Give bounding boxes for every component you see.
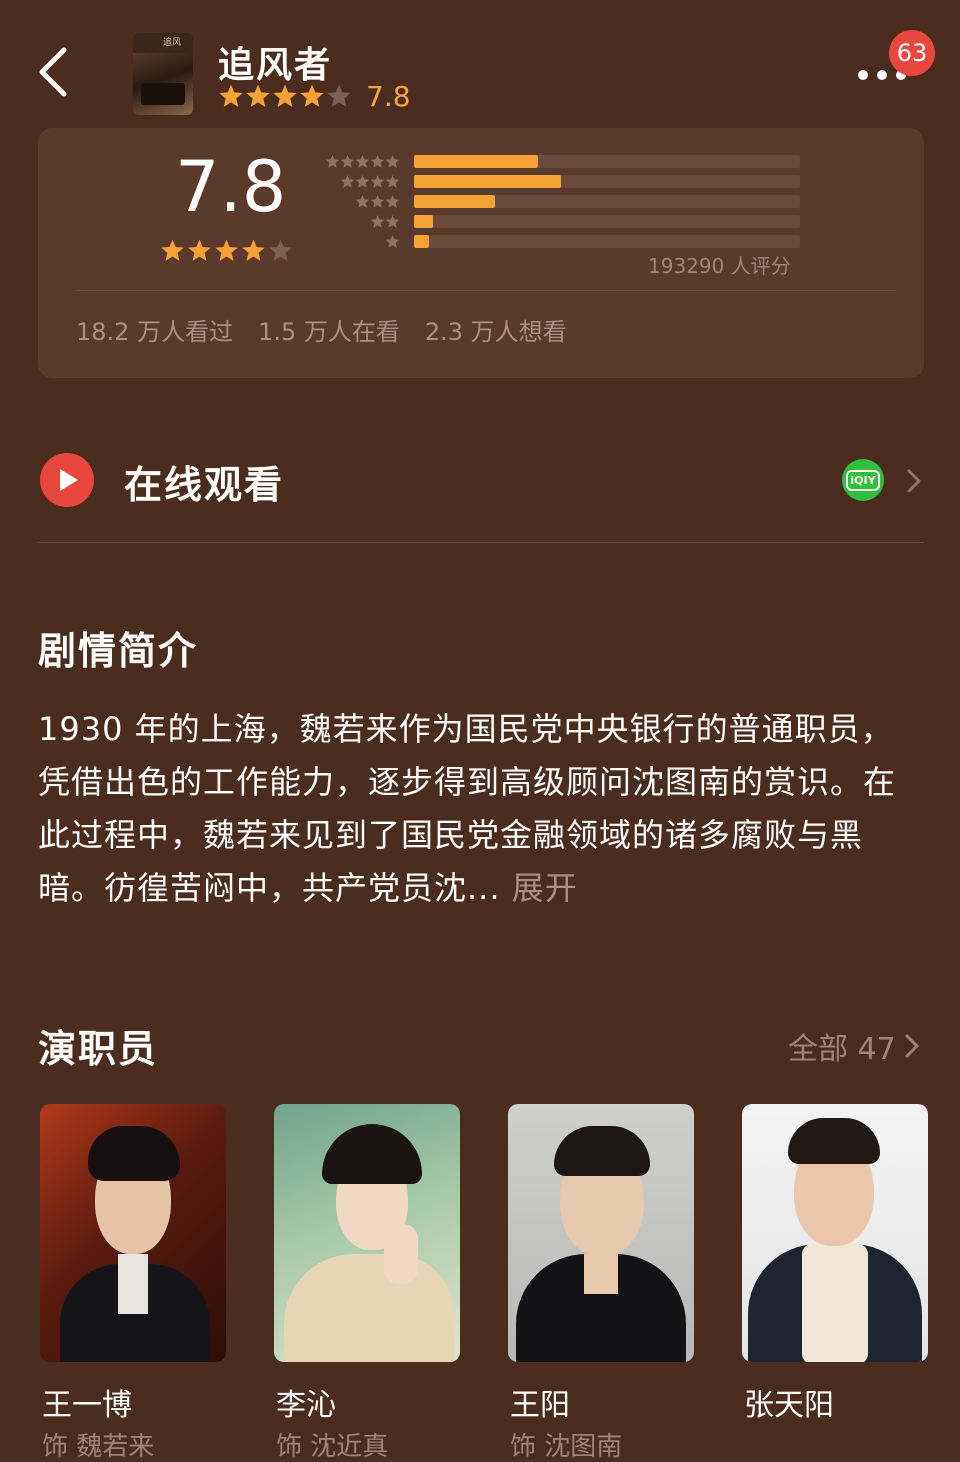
synopsis-title: 剧情简介 xyxy=(38,629,199,673)
divider xyxy=(38,542,924,543)
star-icon xyxy=(355,174,370,188)
cast-card[interactable]: 王阳 饰 沈图南 xyxy=(508,1104,694,1462)
star-icon xyxy=(385,234,400,248)
cast-card[interactable]: 王一博 饰 魏若来 xyxy=(40,1104,226,1462)
cast-photo xyxy=(40,1104,226,1362)
star-icon xyxy=(370,154,385,168)
cast-name: 李沁 xyxy=(276,1388,336,1423)
star-icon xyxy=(385,154,400,168)
cast-name: 王一博 xyxy=(42,1388,132,1423)
star-icon xyxy=(269,239,292,261)
cast-all-label: 全部 47 xyxy=(788,1032,896,1067)
distribution-stars xyxy=(370,214,400,229)
play-icon xyxy=(40,453,94,507)
distribution-bar xyxy=(414,195,495,208)
star-icon xyxy=(325,154,340,168)
distribution-stars xyxy=(355,194,400,209)
distribution-bar xyxy=(414,215,433,228)
distribution-stars xyxy=(385,234,400,249)
chevron-right-icon xyxy=(905,1034,919,1058)
chevron-right-icon xyxy=(904,466,924,496)
watch-stats: 18.2 万人看过 1.5 万人在看 2.3 万人想看 xyxy=(76,312,567,347)
expand-link[interactable]: 展开 xyxy=(512,869,578,907)
star-icon xyxy=(242,239,265,261)
synopsis-text: 1930 年的上海，魏若来作为国民党中央银行的普通职员，凭借出色的工作能力，逐步… xyxy=(38,703,922,915)
star-icon xyxy=(355,194,370,208)
distribution-bar xyxy=(414,235,429,248)
star-icon xyxy=(161,239,184,261)
cast-role: 饰 沈图南 xyxy=(510,1432,623,1462)
more-dot xyxy=(877,70,887,80)
divider xyxy=(76,290,896,291)
movie-detail-page: 追风 追风者 7.8 63 7.8 193290 人评分 18.2 万人看过 1… xyxy=(0,0,960,1462)
cast-name: 张天阳 xyxy=(744,1388,834,1423)
star-icon xyxy=(370,194,385,208)
cast-role: 饰 沈近真 xyxy=(276,1432,389,1462)
star-icon xyxy=(385,214,400,228)
back-button[interactable] xyxy=(30,42,80,102)
poster-thumbnail[interactable]: 追风 xyxy=(133,33,193,115)
star-icon xyxy=(340,174,355,188)
header-star-rating xyxy=(218,80,353,112)
star-icon xyxy=(219,84,243,107)
notification-badge: 63 xyxy=(889,30,935,76)
more-dots-icon xyxy=(858,70,868,80)
cast-photo xyxy=(508,1104,694,1362)
iqiyi-label: iQIY xyxy=(846,469,880,491)
star-icon xyxy=(246,84,270,107)
star-icon xyxy=(340,154,355,168)
star-icon xyxy=(385,174,400,188)
star-icon xyxy=(370,174,385,188)
chevron-left-icon xyxy=(39,47,67,97)
distribution-track xyxy=(414,215,800,228)
distribution-stars xyxy=(340,174,400,189)
online-watch-label: 在线观看 xyxy=(124,463,285,507)
star-icon xyxy=(273,84,297,107)
distribution-stars xyxy=(325,154,400,169)
star-icon xyxy=(300,84,324,107)
synopsis-body: 1930 年的上海，魏若来作为国民党中央银行的普通职员，凭借出色的工作能力，逐步… xyxy=(38,710,897,907)
cast-role: 饰 魏若来 xyxy=(42,1432,155,1462)
star-icon xyxy=(385,194,400,208)
cast-photo xyxy=(274,1104,460,1362)
star-icon xyxy=(188,239,211,261)
distribution-bar xyxy=(414,155,538,168)
cast-name: 王阳 xyxy=(510,1388,570,1423)
header-score: 7.8 xyxy=(366,80,411,113)
stat-watched: 18.2 万人看过 xyxy=(76,318,234,346)
rating-count: 193290 人评分 xyxy=(648,254,791,278)
iqiyi-icon: iQIY xyxy=(842,459,884,501)
distribution-track xyxy=(414,235,800,248)
cast-photo xyxy=(742,1104,928,1362)
stat-want: 2.3 万人想看 xyxy=(424,318,567,346)
cast-all-link[interactable]: 全部 47 xyxy=(788,1024,920,1068)
cast-card[interactable]: 李沁 饰 沈近真 xyxy=(274,1104,460,1462)
star-icon xyxy=(370,214,385,228)
star-icon xyxy=(355,154,370,168)
poster-text: 追风 xyxy=(163,38,182,48)
cast-card[interactable]: 张天阳 xyxy=(742,1104,928,1423)
rating-score: 7.8 xyxy=(175,146,287,228)
cast-section-title: 演职员 xyxy=(38,1027,159,1071)
star-icon xyxy=(327,84,351,107)
star-icon xyxy=(215,239,238,261)
rating-stars xyxy=(160,238,295,263)
distribution-bar xyxy=(414,175,561,188)
stat-watching: 1.5 万人在看 xyxy=(258,318,400,346)
